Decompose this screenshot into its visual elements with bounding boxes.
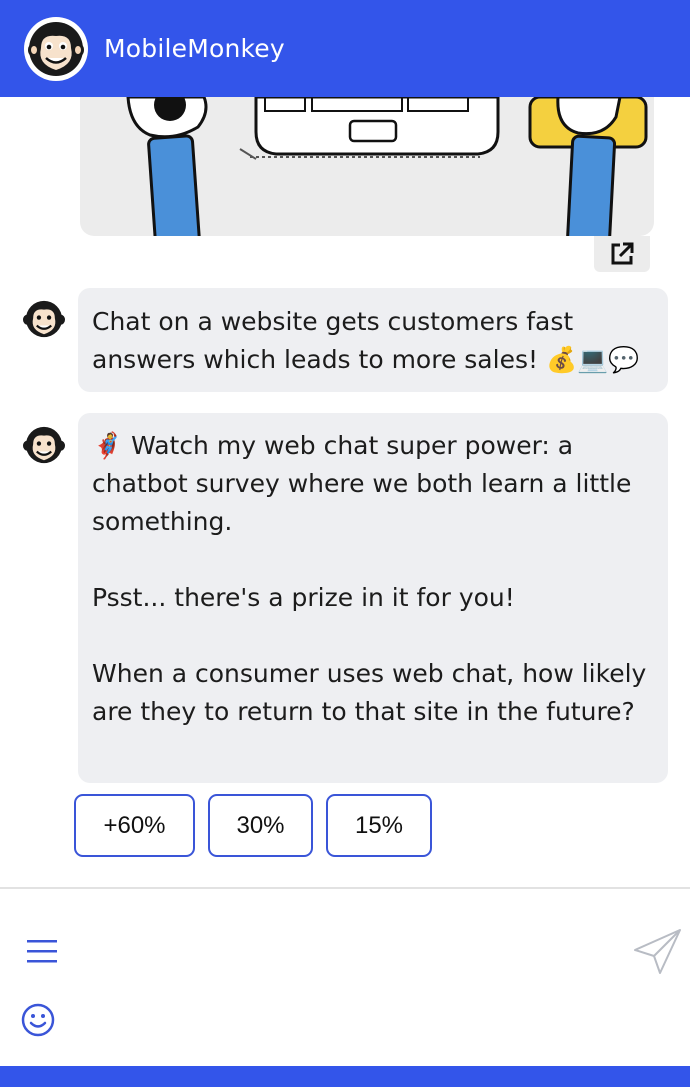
monkey-logo-icon xyxy=(24,16,88,81)
hands-typing-keyboard-illustration xyxy=(126,97,648,236)
message-text: Chat on a website gets customers fast an… xyxy=(92,307,640,374)
bottom-brand-bar xyxy=(0,1066,690,1087)
smiley-icon[interactable] xyxy=(20,1002,56,1038)
quick-replies: +60% 30% 15% xyxy=(74,794,432,857)
quick-reply-button[interactable]: 30% xyxy=(208,794,313,857)
chat-header: MobileMonkey xyxy=(0,0,690,97)
bot-message-bubble: Chat on a website gets customers fast an… xyxy=(78,288,668,392)
monkey-avatar-icon xyxy=(22,297,66,341)
message-text: 🦸 Watch my web chat super power: a chatb… xyxy=(92,431,647,726)
composer-divider xyxy=(0,887,690,889)
bot-message-bubble: 🦸 Watch my web chat super power: a chatb… xyxy=(78,413,668,783)
monkey-avatar-icon xyxy=(22,423,66,467)
open-image-button[interactable] xyxy=(594,236,650,272)
illustration-card[interactable] xyxy=(80,97,654,236)
paper-plane-icon[interactable] xyxy=(632,926,684,978)
app-title: MobileMonkey xyxy=(104,34,285,63)
hamburger-menu-icon[interactable] xyxy=(24,934,60,968)
quick-reply-button[interactable]: +60% xyxy=(74,794,195,857)
external-link-icon xyxy=(611,242,634,265)
quick-reply-button[interactable]: 15% xyxy=(326,794,432,857)
